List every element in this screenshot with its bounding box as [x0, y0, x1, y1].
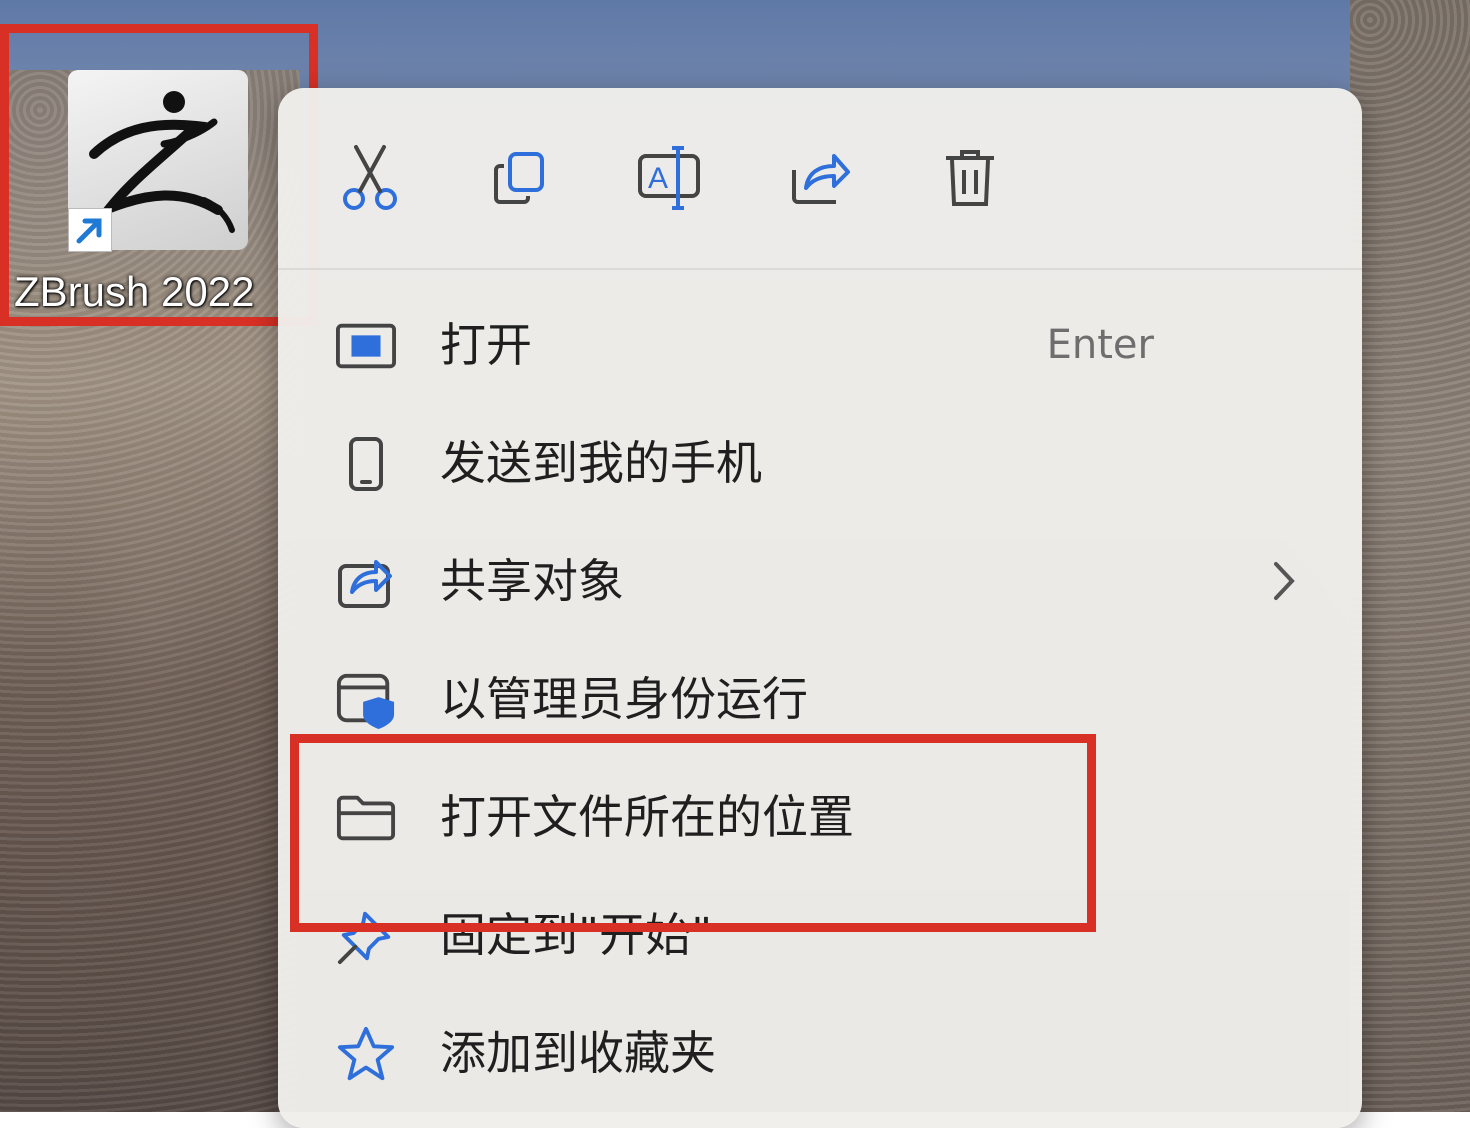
annotation-highlight-icon: [0, 24, 318, 326]
delete-icon: [942, 146, 998, 214]
context-menu-toolbar: A: [278, 88, 1362, 270]
cut-button[interactable]: [328, 138, 412, 222]
menu-item-label: 添加到收藏夹: [440, 1026, 716, 1080]
star-icon: [336, 1024, 396, 1084]
phone-icon: [336, 434, 396, 494]
chevron-right-icon: [1264, 558, 1304, 604]
menu-item-send-to-phone[interactable]: 发送到我的手机: [278, 404, 1362, 522]
share-icon: [336, 552, 396, 612]
rename-button[interactable]: A: [628, 138, 712, 222]
menu-item-add-to-favorites[interactable]: 添加到收藏夹: [278, 994, 1362, 1112]
share-icon: [788, 148, 852, 212]
wallpaper-rock-right: [1350, 0, 1470, 1112]
menu-item-label: 打开: [440, 318, 532, 372]
context-menu: A 打开 Enter 发送到我的手机 共享对象 以管理员身份运行 打开文件所在的…: [278, 88, 1362, 1128]
cut-icon: [338, 143, 402, 217]
copy-button[interactable]: [478, 138, 562, 222]
menu-item-share[interactable]: 共享对象: [278, 522, 1362, 640]
svg-text:A: A: [648, 162, 668, 195]
open-app-icon: [336, 316, 396, 376]
menu-item-shortcut: Enter: [1046, 322, 1154, 368]
share-button[interactable]: [778, 138, 862, 222]
menu-item-label: 发送到我的手机: [440, 436, 762, 490]
annotation-highlight-menu-item: [290, 734, 1096, 932]
menu-item-label: 共享对象: [440, 554, 624, 608]
admin-shield-icon: [336, 670, 396, 730]
rename-icon: A: [636, 146, 704, 214]
copy-icon: [490, 148, 550, 212]
delete-button[interactable]: [928, 138, 1012, 222]
menu-item-open[interactable]: 打开 Enter: [278, 286, 1362, 404]
